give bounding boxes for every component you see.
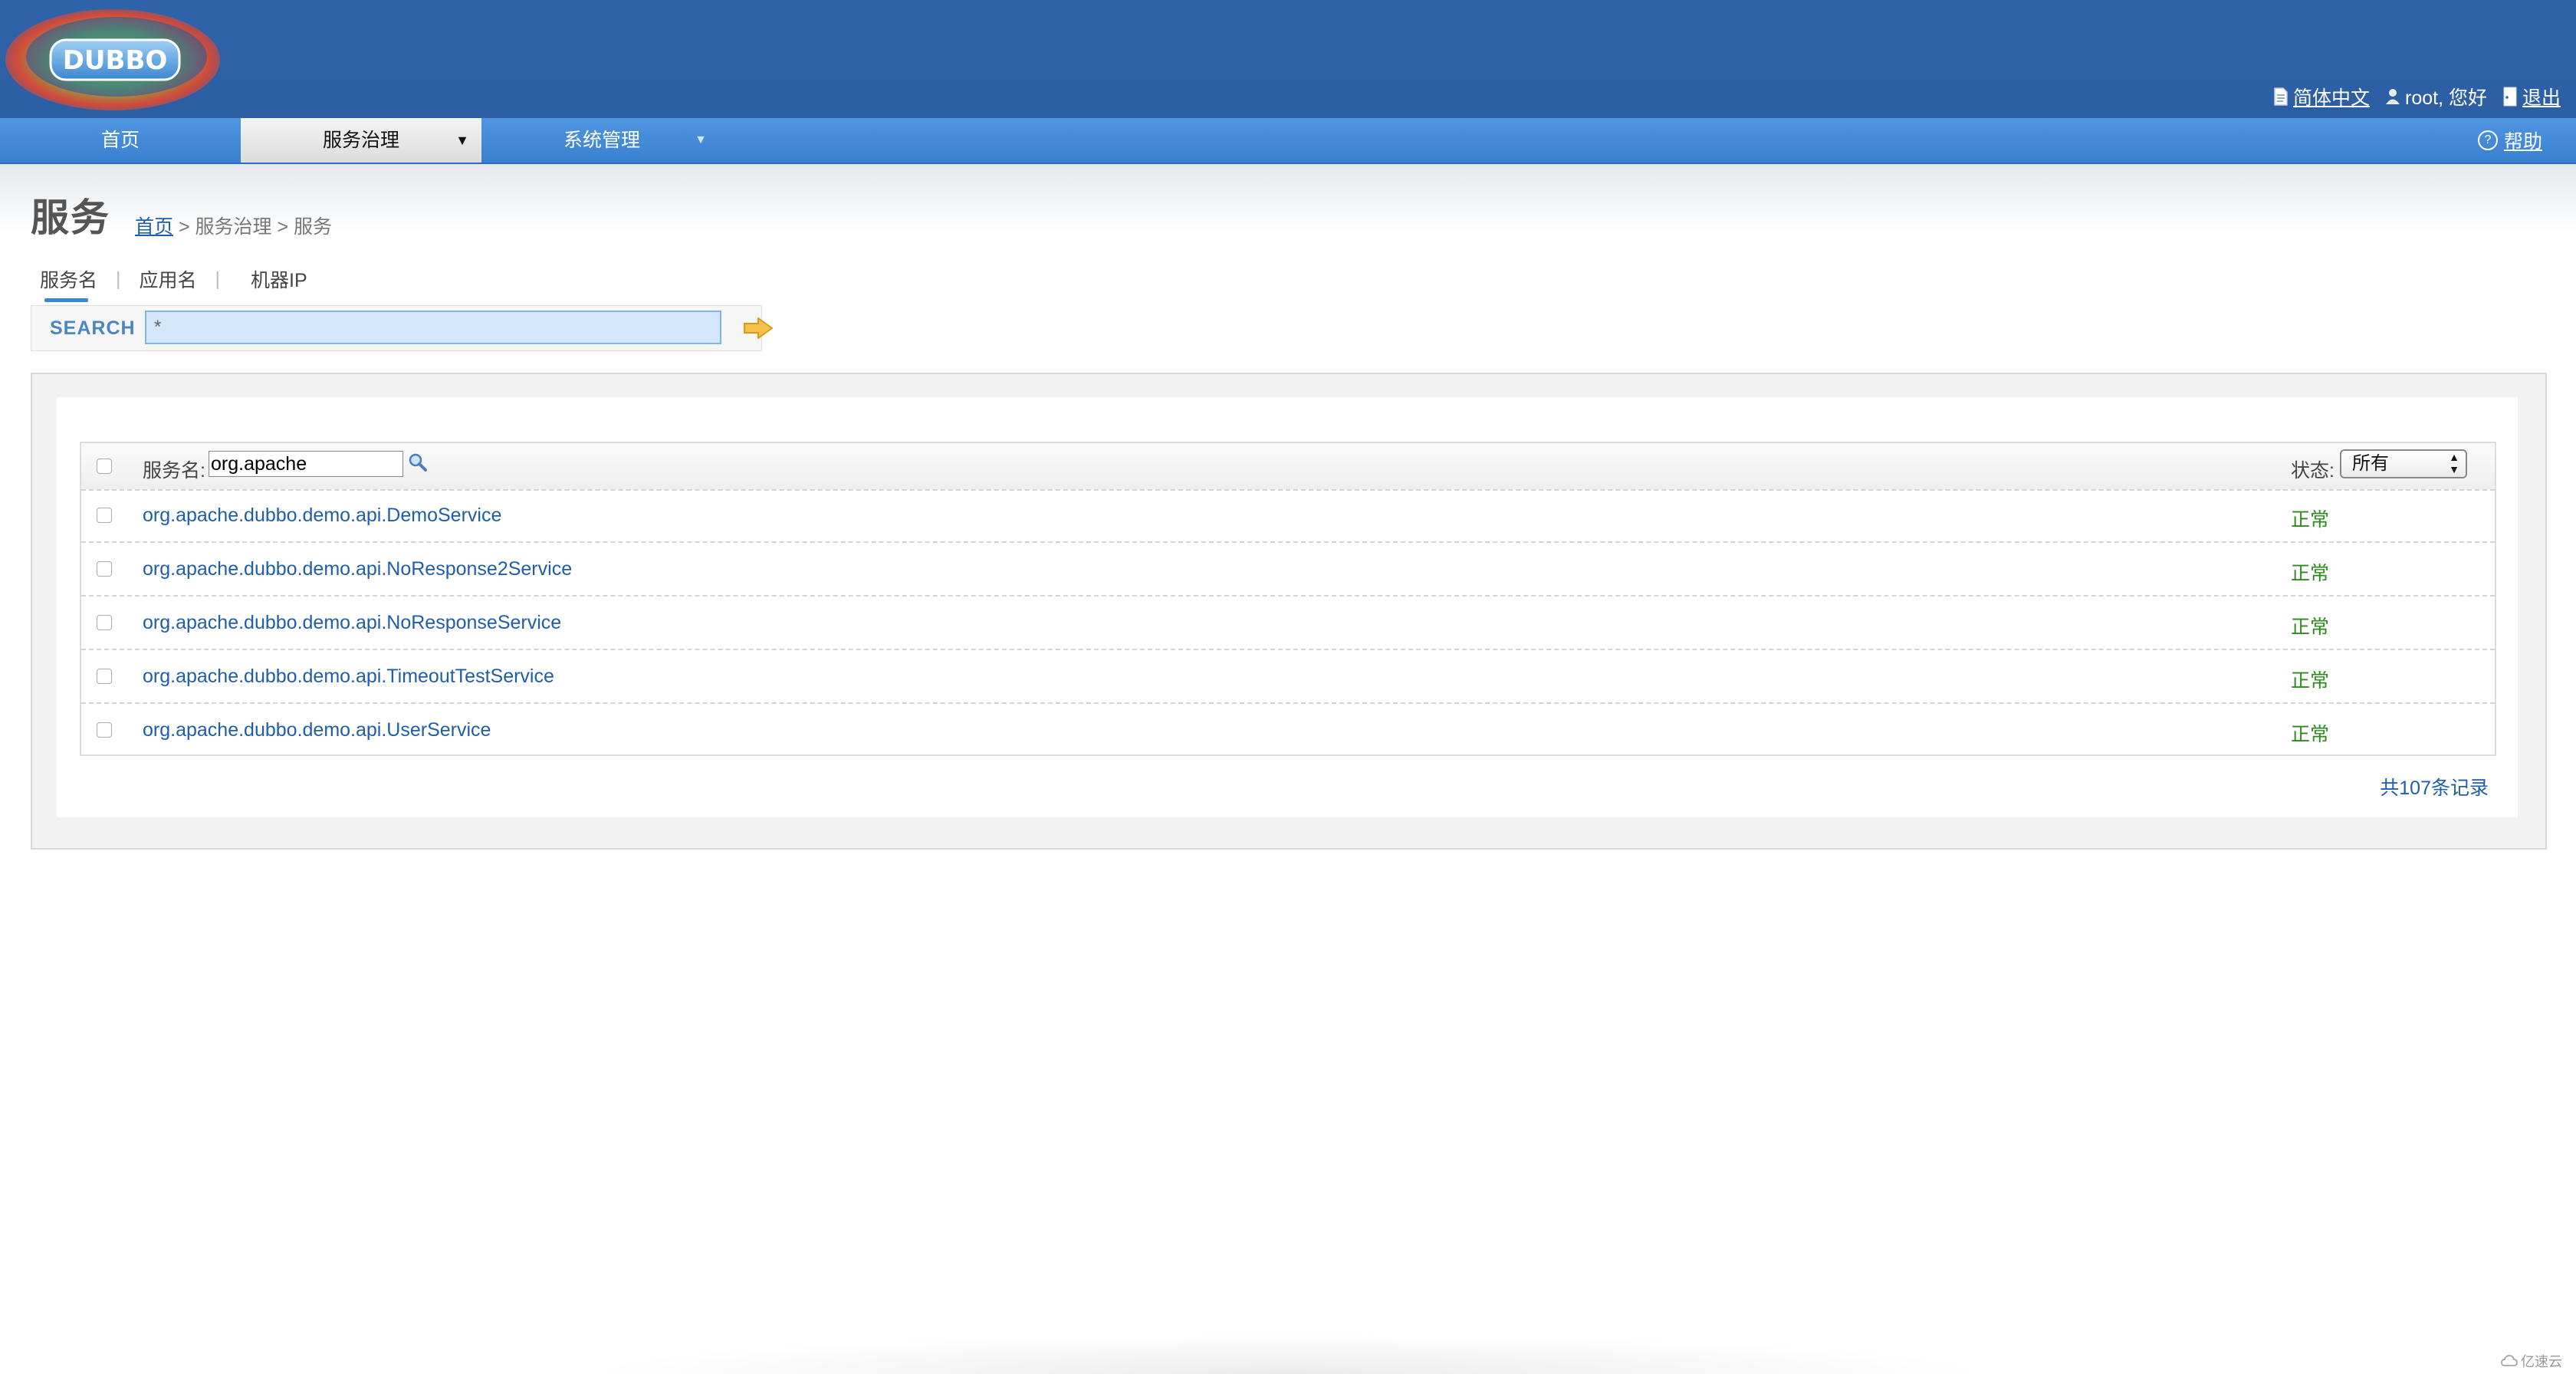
service-name-filter-label: 服务名: [143,460,205,482]
row-checkbox[interactable] [97,669,112,684]
table-header: 服务名: 状态: 所有 ▲▼ [81,443,2495,491]
nav-item-service-governance-label: 服务治理 [322,130,399,151]
service-link[interactable]: org.apache.dubbo.demo.api.NoResponse2Ser… [143,558,572,580]
language-switch[interactable]: 简体中文 [2273,83,2370,110]
search-icon[interactable] [408,452,428,472]
services-table: 服务名: 状态: 所有 ▲▼ org.apache.dubbo.demo.api… [80,442,2496,756]
document-icon [2274,87,2288,106]
dropdown-arrow-icon: ▼ [455,133,469,148]
logout-door-icon [2503,87,2517,107]
table-row: org.apache.dubbo.demo.api.NoResponse2Ser… [81,543,2495,597]
search-bar: SEARCH [31,305,773,351]
top-header: DUBBO 简体中文 root, 您好 退出 [0,0,2576,118]
row-checkbox[interactable] [97,508,112,523]
results-panel: 服务名: 状态: 所有 ▲▼ org.apache.dubbo.demo.api… [31,373,2547,850]
table-row: org.apache.dubbo.demo.api.UserService 正常 [81,704,2495,758]
dubbo-logo[interactable]: DUBBO [2,2,224,113]
service-link[interactable]: org.apache.dubbo.demo.api.NoResponseServ… [143,612,561,634]
help[interactable]: ? 帮助 [2477,118,2542,163]
nav-item-home-label: 首页 [100,130,140,151]
nav-item-service-governance[interactable]: 服务治理 ▼ [241,118,481,163]
tab-separator: | [116,268,121,290]
status-text: 正常 [2291,563,2330,584]
user-greeting: root, 您好 [2405,87,2487,109]
logout[interactable]: 退出 [2502,83,2561,110]
service-link[interactable]: org.apache.dubbo.demo.api.TimeoutTestSer… [143,666,554,688]
status-text: 正常 [2291,670,2330,692]
nav-item-system-admin-label: 系统管理 [563,130,640,151]
nav-item-system-admin[interactable]: 系统管理 ▼ [481,118,722,163]
filter-tabs: 服务名 | 应用名 | 机器IP [40,265,307,302]
watermark: 亿速云 [2501,1351,2562,1371]
breadcrumb-home-link[interactable]: 首页 [135,216,173,238]
breadcrumb: 首页 > 服务治理 > 服务 [135,212,332,239]
service-name-filter-input[interactable] [209,451,403,477]
page-title: 服务 [31,196,110,239]
table-row: org.apache.dubbo.demo.api.TimeoutTestSer… [81,650,2495,704]
status-filter-value: 所有 [2352,453,2389,474]
select-all-checkbox[interactable] [97,459,112,474]
search-label: SEARCH [50,317,136,339]
status-filter-select[interactable]: 所有 ▲ ▼ [2340,449,2467,478]
logo-text: DUBBO [63,45,168,76]
user-info: root, 您好 [2385,83,2487,110]
tab-machine-ip[interactable]: 机器IP [251,265,307,293]
select-arrows-icon: ▲ ▼ [2449,451,2459,475]
logout-link[interactable]: 退出 [2522,83,2561,110]
help-link[interactable]: 帮助 [2504,127,2542,154]
row-checkbox[interactable] [97,722,112,738]
search-input[interactable] [145,311,721,344]
row-checkbox[interactable] [97,615,112,630]
status-text: 正常 [2291,724,2330,745]
user-bar: 简体中文 root, 您好 退出 [2273,81,2561,112]
table-row: org.apache.dubbo.demo.api.DemoService 正常 [81,489,2495,543]
row-checkbox[interactable] [97,561,112,577]
nav-item-home[interactable]: 首页 [0,118,241,163]
breadcrumb-rest: > 服务治理 > 服务 [178,216,333,238]
watermark-text: 亿速云 [2521,1354,2562,1369]
service-link[interactable]: org.apache.dubbo.demo.api.UserService [143,719,491,741]
nav-shadow [0,164,2576,233]
tab-separator: | [215,268,221,290]
dropdown-arrow-icon: ▼ [695,133,707,146]
user-icon [2386,89,2400,104]
service-link[interactable]: org.apache.dubbo.demo.api.DemoService [143,505,501,527]
status-text: 正常 [2291,509,2330,531]
footer-shadow [583,1334,1993,1374]
status-text: 正常 [2291,616,2330,638]
tab-service-name[interactable]: 服务名 [40,265,97,302]
help-icon: ? [2477,130,2498,150]
main-nav: 首页 服务治理 ▼ 系统管理 ▼ ? 帮助 [0,118,2576,164]
total-records: 共107条记录 [2380,777,2489,799]
search-go-arrow-icon[interactable] [743,316,774,340]
table-row: org.apache.dubbo.demo.api.NoResponseServ… [81,597,2495,650]
language-link[interactable]: 简体中文 [2293,83,2370,110]
results-panel-inner: 服务名: 状态: 所有 ▲▼ org.apache.dubbo.demo.api… [57,397,2518,817]
cloud-icon [2501,1355,2518,1366]
tab-application-name[interactable]: 应用名 [140,265,197,293]
status-filter-label: 状态: [2291,460,2334,482]
